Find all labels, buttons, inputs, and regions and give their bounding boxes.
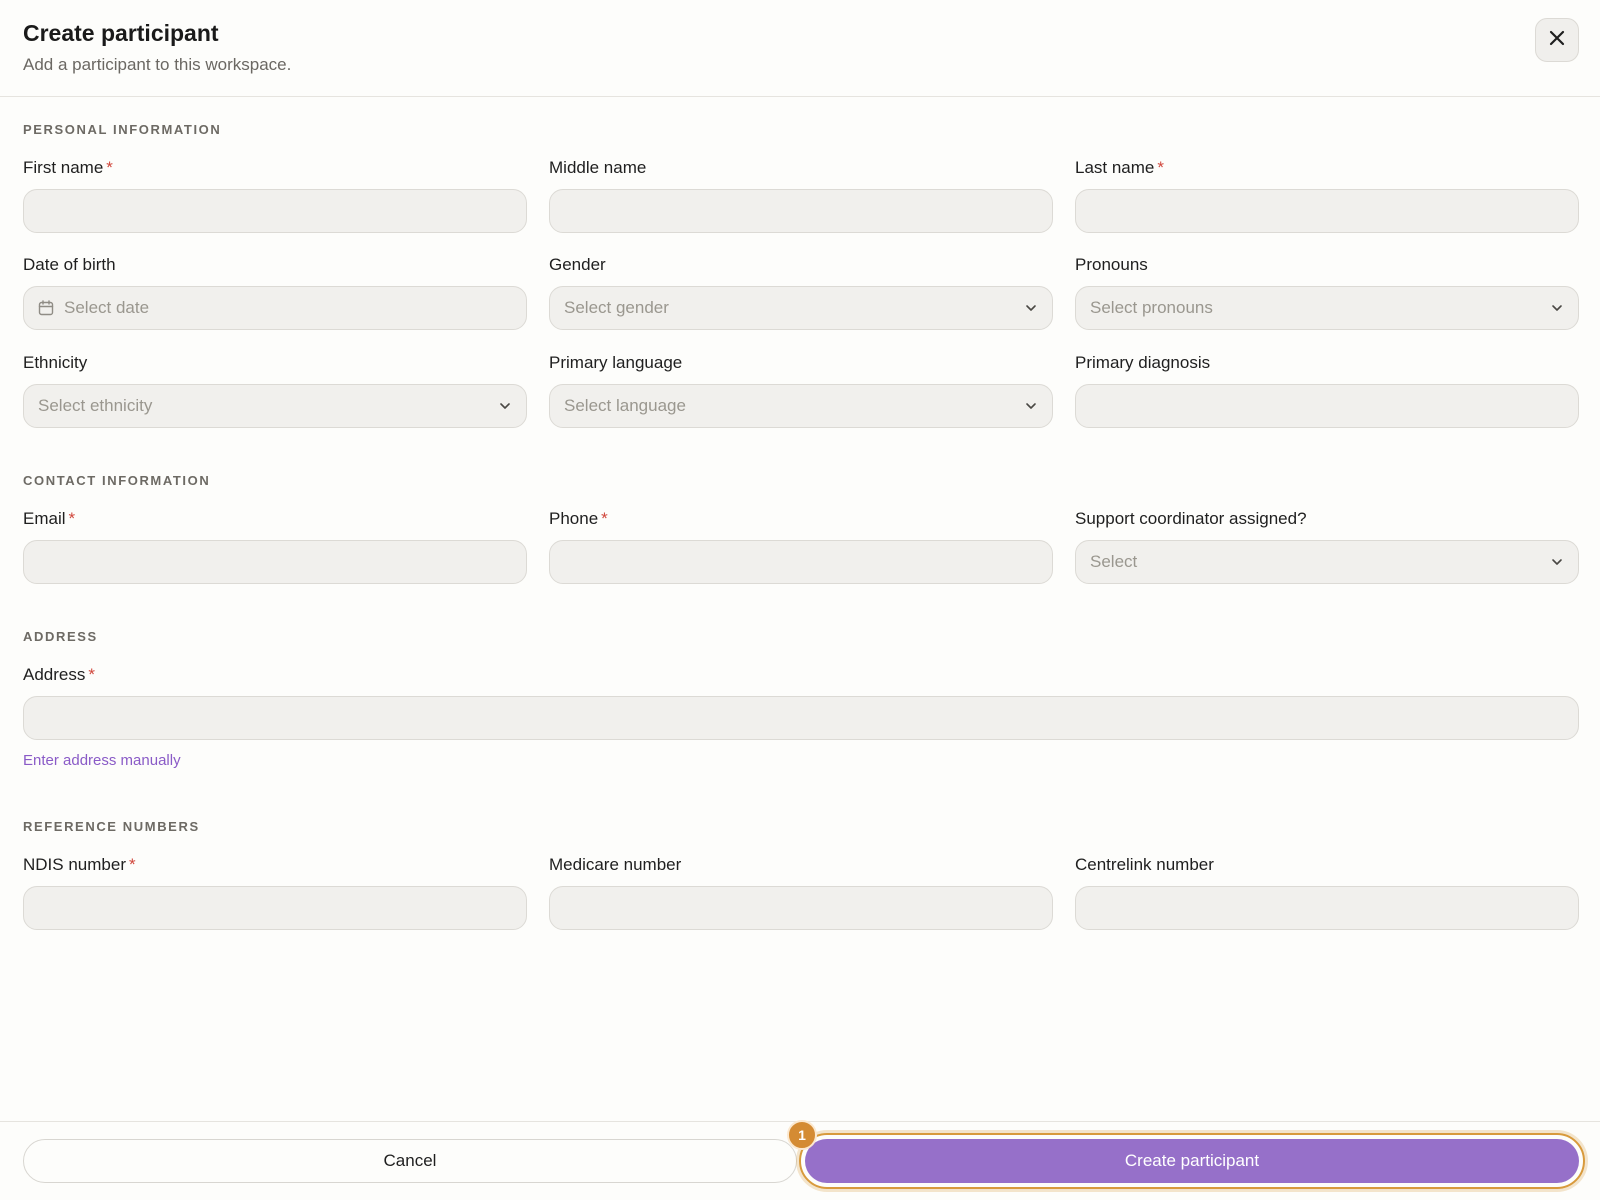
centrelink-label: Centrelink number (1075, 855, 1214, 874)
section-title-personal: PERSONAL INFORMATION (23, 122, 222, 137)
ethnicity-placeholder: Select ethnicity (38, 396, 153, 415)
phone-field: Phone * (549, 508, 1053, 584)
ethnicity-label: Ethnicity (23, 353, 88, 372)
address-field: Address * (23, 664, 1579, 740)
step-badge: 1 (787, 1120, 817, 1150)
gender-placeholder: Select gender (564, 298, 669, 317)
centrelink-field: Centrelink number (1075, 854, 1579, 930)
dob-label: Date of birth (23, 255, 116, 274)
required-marker: * (106, 158, 113, 177)
support-coordinator-placeholder: Select (1090, 552, 1138, 571)
create-participant-button[interactable]: Create participant (805, 1139, 1579, 1183)
dob-field: Date of birth Select date (23, 254, 527, 330)
section-title-contact: CONTACT INFORMATION (23, 473, 211, 488)
chevron-down-icon (1024, 399, 1038, 413)
support-coordinator-field: Support coordinator assigned? Select (1075, 508, 1579, 584)
cancel-button[interactable]: Cancel (23, 1139, 797, 1183)
last-name-label: Last name * (1075, 158, 1165, 177)
support-coordinator-label: Support coordinator assigned? (1075, 509, 1307, 528)
gender-label: Gender (549, 255, 606, 274)
close-icon (1549, 30, 1565, 51)
chevron-down-icon (498, 399, 512, 413)
first-name-field: First name * (23, 157, 527, 233)
middle-name-label: Middle name (549, 158, 647, 177)
primary-diagnosis-input[interactable] (1075, 384, 1579, 428)
required-marker: * (128, 855, 136, 874)
required-marker: * (601, 509, 608, 528)
calendar-icon (38, 300, 54, 316)
required-marker: * (1157, 158, 1165, 177)
ethnicity-field: Ethnicity Select ethnicity (23, 352, 527, 428)
dialog-header: Create participant Add a participant to … (0, 0, 1600, 97)
email-field: Email * (23, 508, 527, 584)
dialog-title: Create participant (23, 20, 219, 46)
required-marker: * (88, 665, 95, 684)
last-name-field: Last name * (1075, 157, 1579, 233)
medicare-label: Medicare number (549, 855, 682, 874)
chevron-down-icon (1550, 555, 1564, 569)
section-title-reference: REFERENCE NUMBERS (23, 819, 200, 834)
primary-language-select[interactable]: Select language (549, 384, 1053, 428)
first-name-input[interactable] (23, 189, 527, 233)
pronouns-field: Pronouns Select pronouns (1075, 254, 1579, 330)
enter-address-manually-link[interactable]: Enter address manually (23, 752, 181, 769)
pronouns-label: Pronouns (1075, 255, 1148, 274)
medicare-field: Medicare number (549, 854, 1053, 930)
pronouns-placeholder: Select pronouns (1090, 298, 1213, 317)
primary-diagnosis-label: Primary diagnosis (1075, 353, 1211, 372)
required-marker: * (68, 509, 76, 528)
first-name-label: First name * (23, 158, 113, 177)
primary-language-placeholder: Select language (564, 396, 686, 415)
ndis-label: NDIS number * (23, 855, 136, 874)
close-button[interactable] (1535, 18, 1579, 62)
ethnicity-select[interactable]: Select ethnicity (23, 384, 527, 428)
last-name-input[interactable] (1075, 189, 1579, 233)
phone-input[interactable] (549, 540, 1053, 584)
middle-name-field: Middle name (549, 157, 1053, 233)
middle-name-input[interactable] (549, 189, 1053, 233)
primary-language-label: Primary language (549, 353, 683, 372)
dob-placeholder: Select date (64, 298, 150, 317)
centrelink-input[interactable] (1075, 886, 1579, 930)
address-input[interactable] (23, 696, 1579, 740)
ndis-field: NDIS number * (23, 854, 527, 930)
section-title-address: ADDRESS (23, 629, 98, 644)
create-button-highlight: Create participant (799, 1133, 1585, 1189)
chevron-down-icon (1550, 301, 1564, 315)
address-label: Address * (23, 665, 95, 684)
dialog-subtitle: Add a participant to this workspace. (23, 55, 292, 74)
primary-language-field: Primary language Select language (549, 352, 1053, 428)
phone-label: Phone * (549, 509, 608, 528)
create-participant-dialog: Create participant Add a participant to … (0, 0, 1600, 1200)
medicare-input[interactable] (549, 886, 1053, 930)
chevron-down-icon (1024, 301, 1038, 315)
primary-diagnosis-field: Primary diagnosis (1075, 352, 1579, 428)
support-coordinator-select[interactable]: Select (1075, 540, 1579, 584)
gender-select[interactable]: Select gender (549, 286, 1053, 330)
pronouns-select[interactable]: Select pronouns (1075, 286, 1579, 330)
email-label: Email * (23, 509, 76, 528)
email-input[interactable] (23, 540, 527, 584)
ndis-input[interactable] (23, 886, 527, 930)
gender-field: Gender Select gender (549, 254, 1053, 330)
dob-picker[interactable]: Select date (23, 286, 527, 330)
